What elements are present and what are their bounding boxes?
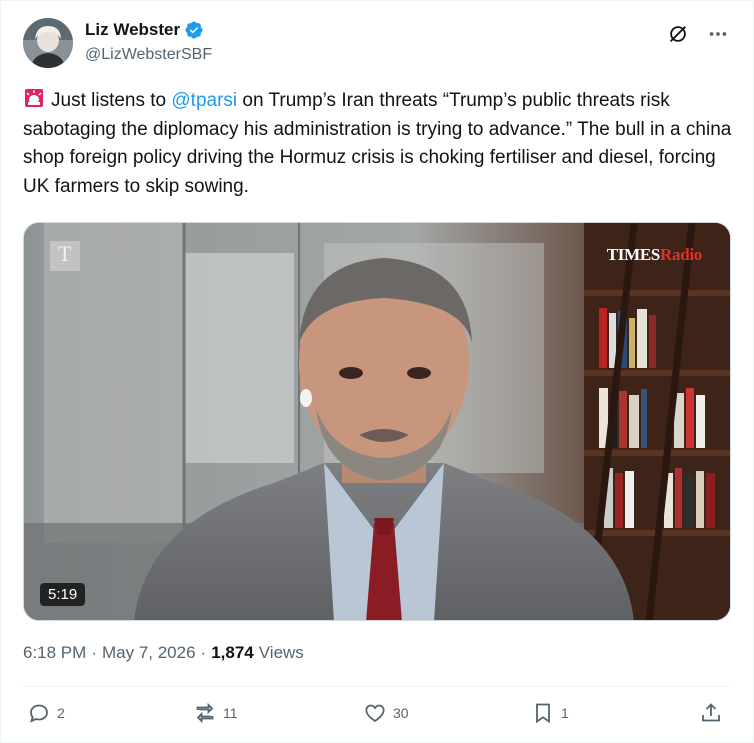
more-options-icon[interactable] bbox=[707, 23, 729, 45]
video-duration-badge: 5:19 bbox=[40, 583, 86, 606]
action-bar: 2 11 30 1 bbox=[23, 701, 731, 735]
meta-separator: · bbox=[200, 643, 207, 662]
reply-icon bbox=[30, 704, 48, 723]
top-actions bbox=[667, 23, 729, 45]
verified-badge-icon bbox=[184, 20, 204, 40]
tweet-time[interactable]: 6:18 PM bbox=[23, 643, 86, 663]
mention-link[interactable]: @tparsi bbox=[171, 90, 237, 111]
author-name-row: Liz Webster bbox=[85, 20, 204, 40]
repost-count: 11 bbox=[223, 705, 238, 721]
times-radio-watermark: TIMESRadio bbox=[606, 245, 703, 265]
siren-emoji-icon bbox=[23, 87, 45, 109]
author-display-name[interactable]: Liz Webster bbox=[85, 20, 180, 40]
views-label: Views bbox=[258, 643, 304, 662]
repost-button[interactable]: 11 bbox=[193, 701, 238, 725]
bookmark-button[interactable]: 1 bbox=[531, 701, 569, 725]
heart-icon bbox=[365, 704, 385, 723]
like-button[interactable]: 30 bbox=[363, 701, 409, 725]
like-count: 30 bbox=[393, 705, 409, 721]
reply-button[interactable]: 2 bbox=[27, 701, 65, 725]
meta-separator: · bbox=[91, 643, 97, 662]
watermark-times: TIMES bbox=[606, 245, 661, 264]
tweet-card: Liz Webster @LizWebsterSBF Just listens … bbox=[0, 0, 754, 743]
grok-icon[interactable] bbox=[667, 23, 689, 45]
tweet-text-part1: Just listens to bbox=[51, 90, 172, 111]
bookmark-count: 1 bbox=[561, 705, 569, 721]
divider bbox=[23, 686, 731, 687]
author-handle[interactable]: @LizWebsterSBF bbox=[85, 46, 212, 64]
channel-corner-logo: T bbox=[58, 241, 72, 266]
watermark-radio: Radio bbox=[660, 245, 702, 264]
video-player[interactable]: T TIMESRadio 5:19 bbox=[23, 222, 731, 621]
reply-count: 2 bbox=[57, 705, 65, 721]
share-icon bbox=[702, 703, 720, 722]
share-button[interactable] bbox=[699, 701, 723, 725]
repost-icon bbox=[196, 702, 214, 724]
tweet-text: Just listens to @tparsi on Trump’s Iran … bbox=[23, 87, 737, 201]
bookmark-icon bbox=[536, 703, 550, 724]
tweet-meta: 6:18 PM · May 7, 2026 · 1,874 Views bbox=[23, 643, 304, 663]
views-count: 1,874 bbox=[211, 643, 254, 662]
tweet-date[interactable]: May 7, 2026 bbox=[102, 643, 196, 663]
avatar[interactable] bbox=[23, 18, 73, 68]
video-frame bbox=[24, 223, 730, 620]
